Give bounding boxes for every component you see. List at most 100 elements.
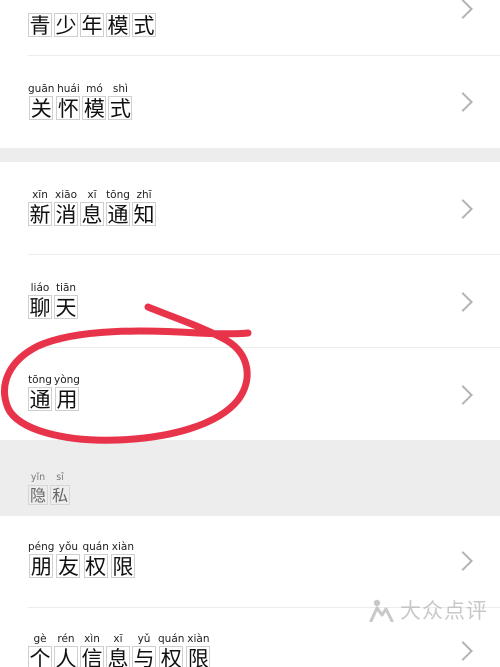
pinyin-char: xīn 新 (28, 189, 52, 227)
settings-screen: 青少年模式 guān 关 huái 怀 mó 模 shì 式 xīn 新 xiāo 消 xī 息 tōng… (0, 0, 500, 667)
item-label: gè 个 rén 人 xìn 信 xī 息 yǔ 与 quán 权 xiàn 限 (28, 633, 212, 667)
hanzi: 人 (54, 646, 78, 667)
hanzi: 隐 (28, 485, 48, 505)
row-chat[interactable]: liáo 聊 tiān 天 (0, 255, 500, 348)
chevron-right-icon (453, 0, 473, 19)
pinyin-char: xiàn 限 (110, 541, 135, 579)
pinyin-char: tōng 通 (28, 374, 52, 412)
pinyin: yòng (54, 374, 80, 386)
pinyin: quán (158, 633, 185, 645)
item-label: 青少年模式 (28, 0, 158, 38)
watermark-text: 大众点评 (400, 599, 488, 623)
pinyin-char: mó 模 (82, 83, 107, 121)
hanzi: 青 (28, 13, 52, 38)
pinyin: péng (28, 541, 55, 553)
pinyin: xiàn (111, 541, 134, 553)
pinyin: quán (82, 541, 109, 553)
item-label: péng 朋 yǒu 友 quán 权 xiàn 限 (28, 541, 137, 579)
hanzi: 模 (106, 13, 130, 38)
hanzi: 信 (80, 646, 104, 667)
hanzi: 私 (50, 485, 70, 505)
pinyin-char: xī 息 (106, 633, 130, 667)
pinyin-char: rén 人 (54, 633, 78, 667)
pinyin-char: xiāo 消 (54, 189, 78, 227)
item-label: xīn 新 xiāo 消 xī 息 tōng 通 zhī 知 (28, 189, 158, 227)
pinyin-char: 模 (106, 0, 130, 38)
hanzi: 天 (54, 295, 78, 320)
chevron-right-icon (453, 292, 473, 312)
hanzi: 新 (28, 202, 52, 227)
row-general[interactable]: tōng 通 yòng 用 (0, 348, 500, 440)
pinyin-char: sī 私 (50, 472, 70, 505)
hanzi: 聊 (28, 295, 52, 320)
pinyin-char: quán 权 (82, 541, 109, 579)
pinyin-char: 青 (28, 0, 52, 38)
item-label: yǐn 隐 sī 私 (28, 472, 72, 505)
section-gap (0, 148, 500, 162)
hanzi: 权 (159, 646, 184, 667)
pinyin-char: xìn 信 (80, 633, 104, 667)
pinyin: shì (112, 83, 128, 95)
pinyin-char: guān 关 (28, 83, 55, 121)
dianping-logo-icon (369, 599, 394, 622)
hanzi: 年 (80, 13, 104, 38)
hanzi: 式 (108, 96, 133, 121)
hanzi: 少 (54, 13, 78, 38)
hanzi: 知 (132, 202, 156, 227)
pinyin: yǔ (137, 633, 151, 645)
pinyin: guān (28, 83, 55, 95)
pinyin-char: 年 (80, 0, 104, 38)
section-header-privacy: yǐn 隐 sī 私 (0, 440, 500, 516)
hanzi: 限 (186, 646, 211, 667)
hanzi: 息 (80, 202, 104, 227)
hanzi: 消 (54, 202, 78, 227)
pinyin: xī (113, 633, 123, 645)
hanzi: 式 (132, 13, 156, 38)
hanzi: 与 (132, 646, 156, 667)
row-new-message-notification[interactable]: xīn 新 xiāo 消 xī 息 tōng 通 zhī 知 (0, 162, 500, 255)
pinyin-char: xiàn 限 (186, 633, 211, 667)
pinyin-char: shì 式 (108, 83, 133, 121)
pinyin: yǒu (58, 541, 79, 553)
pinyin: tōng (28, 374, 52, 386)
pinyin-char: huái 怀 (56, 83, 81, 121)
item-label: liáo 聊 tiān 天 (28, 282, 80, 320)
hanzi: 用 (54, 387, 79, 412)
pinyin-char: péng 朋 (28, 541, 55, 579)
pinyin: xīn (32, 189, 48, 201)
pinyin: rén (57, 633, 75, 645)
pinyin: xiàn (187, 633, 210, 645)
hanzi: 个 (28, 646, 52, 667)
pinyin: yǐn (30, 472, 46, 483)
pinyin: tōng (106, 189, 130, 201)
pinyin-char: yǒu 友 (56, 541, 81, 579)
item-label: tōng 通 yòng 用 (28, 374, 82, 412)
hanzi: 模 (82, 96, 107, 121)
pinyin-char: xī 息 (80, 189, 104, 227)
pinyin-char: zhī 知 (132, 189, 156, 227)
item-label: guān 关 huái 怀 mó 模 shì 式 (28, 83, 134, 121)
watermark: 大众点评 (368, 595, 488, 625)
pinyin: mó (86, 83, 103, 95)
chevron-right-icon (453, 385, 473, 405)
pinyin: sī (56, 472, 64, 483)
hanzi: 友 (56, 554, 81, 579)
hanzi: 关 (29, 96, 54, 121)
hanzi: 通 (28, 387, 52, 412)
pinyin: gè (33, 633, 47, 645)
pinyin: xìn (84, 633, 100, 645)
chevron-right-icon (453, 551, 473, 571)
row-care-mode[interactable]: guān 关 huái 怀 mó 模 shì 式 (0, 56, 500, 148)
pinyin-char: tōng 通 (106, 189, 130, 227)
hanzi: 怀 (56, 96, 81, 121)
pinyin: liáo (30, 282, 50, 294)
pinyin-char: yǐn 隐 (28, 472, 48, 505)
hanzi: 限 (110, 554, 135, 579)
pinyin: tiān (55, 282, 77, 294)
pinyin-char: yòng 用 (54, 374, 80, 412)
hanzi: 朋 (29, 554, 54, 579)
hanzi: 权 (83, 554, 108, 579)
row-teen-mode[interactable]: 青少年模式 (0, 0, 500, 56)
chevron-right-icon (453, 199, 473, 219)
pinyin: huái (57, 83, 80, 95)
